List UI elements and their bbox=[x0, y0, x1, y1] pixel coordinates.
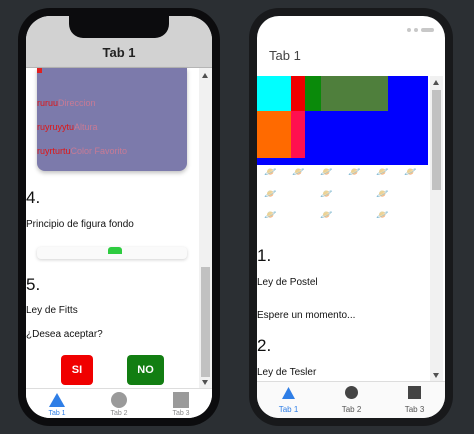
right-phone-frame: Tab 1 🪐 🪐 🪐 🪐 🪐 🪐 🪐 🪐 🪐 🪐 🪐 🪐 1. Ley de … bbox=[249, 8, 453, 426]
right-scrollbar[interactable] bbox=[430, 76, 443, 381]
status-battery bbox=[421, 28, 434, 32]
triangle-icon bbox=[49, 393, 65, 407]
square-icon bbox=[173, 392, 189, 408]
section-number-2: 2. bbox=[257, 336, 272, 355]
left-tab-3[interactable]: Tab 3 bbox=[150, 389, 212, 418]
olive-block bbox=[321, 76, 388, 111]
figure-ground-demo bbox=[37, 247, 187, 259]
saturn-icon: 🪐 bbox=[320, 210, 333, 221]
right-tab-1[interactable]: Tab 1 bbox=[257, 382, 320, 418]
scroll-down-icon[interactable] bbox=[433, 373, 439, 378]
icon-grid: 🪐 🪐 🪐 🪐 🪐 🪐 🪐 🪐 🪐 🪐 🪐 🪐 bbox=[264, 168, 424, 228]
green-shape bbox=[108, 247, 122, 254]
section-number-1: 1. bbox=[257, 246, 272, 265]
card-row-direccion: ruruuDireccion bbox=[37, 98, 96, 108]
section-number-5: 5. bbox=[26, 275, 41, 294]
card-row-altura: ruyruyytuAltura bbox=[37, 122, 98, 132]
circle-icon bbox=[111, 392, 127, 408]
right-tab-2-label: Tab 2 bbox=[341, 405, 362, 414]
left-tab-1[interactable]: Tab 1 bbox=[26, 389, 88, 418]
section-title-figura-fondo: Principio de figura fondo bbox=[26, 219, 134, 230]
scroll-up-icon[interactable] bbox=[433, 80, 439, 85]
saturn-icon: 🪐 bbox=[320, 189, 333, 200]
saturn-icon: 🪐 bbox=[264, 189, 277, 200]
saturn-icon: 🪐 bbox=[348, 167, 361, 178]
right-screen: Tab 1 🪐 🪐 🪐 🪐 🪐 🪐 🪐 🪐 🪐 🪐 🪐 🪐 1. Ley de … bbox=[257, 16, 445, 418]
left-phone-frame: Tab 1 ruruuDireccion ruyruyytuAltura ruy… bbox=[18, 8, 220, 426]
scroll-down-icon[interactable] bbox=[202, 380, 208, 385]
triangle-icon bbox=[282, 387, 295, 399]
right-header-title: Tab 1 bbox=[269, 48, 301, 63]
left-screen: Tab 1 ruruuDireccion ruyruyytuAltura ruy… bbox=[26, 16, 212, 418]
saturn-icon: 🪐 bbox=[404, 167, 417, 178]
left-scrollbar[interactable] bbox=[199, 68, 212, 388]
phone-notch bbox=[69, 16, 169, 38]
accept-question: ¿Desea aceptar? bbox=[26, 329, 103, 340]
color-blocks-figure bbox=[257, 76, 428, 165]
right-tab-3[interactable]: Tab 3 bbox=[383, 382, 445, 418]
left-tab-3-label: Tab 3 bbox=[172, 410, 190, 417]
orange-block bbox=[257, 111, 291, 158]
right-tab-3-label: Tab 3 bbox=[404, 405, 425, 414]
saturn-icon: 🪐 bbox=[264, 167, 277, 178]
yes-button[interactable]: SI bbox=[61, 355, 93, 385]
info-card: ruruuDireccion ruyruyytuAltura ruyrturtu… bbox=[37, 68, 187, 171]
section-title-tesler: Ley de Tesler bbox=[257, 367, 317, 378]
right-tab-bar: Tab 1 Tab 2 Tab 3 bbox=[257, 381, 445, 418]
scroll-up-icon[interactable] bbox=[202, 73, 208, 78]
card-marker bbox=[37, 68, 42, 73]
left-tab-1-label: Tab 1 bbox=[48, 410, 66, 417]
left-tab-2[interactable]: Tab 2 bbox=[88, 389, 150, 418]
left-header-title: Tab 1 bbox=[102, 45, 136, 60]
section-title-fitts: Ley de Fitts bbox=[26, 305, 78, 316]
right-scroll-thumb[interactable] bbox=[432, 90, 441, 190]
left-tab-2-label: Tab 2 bbox=[110, 410, 128, 417]
section-number-4: 4. bbox=[26, 188, 41, 207]
no-button[interactable]: NO bbox=[127, 355, 164, 385]
status-dot bbox=[407, 28, 411, 32]
status-dot bbox=[414, 28, 418, 32]
left-scroll-thumb[interactable] bbox=[201, 267, 210, 377]
right-tab-2[interactable]: Tab 2 bbox=[320, 382, 383, 418]
cyan-block bbox=[257, 76, 291, 111]
circle-icon bbox=[345, 386, 358, 399]
right-header: Tab 1 bbox=[257, 38, 445, 76]
card-row-color: ruyrturtuColor Favorito bbox=[37, 146, 128, 156]
section-title-postel: Ley de Postel bbox=[257, 277, 318, 288]
right-tab-1-label: Tab 1 bbox=[278, 405, 299, 414]
square-icon bbox=[408, 386, 421, 399]
saturn-icon: 🪐 bbox=[376, 210, 389, 221]
left-tab-bar: Tab 1 Tab 2 Tab 3 bbox=[26, 388, 212, 418]
green-block bbox=[305, 76, 321, 111]
saturn-icon: 🪐 bbox=[320, 167, 333, 178]
saturn-icon: 🪐 bbox=[264, 210, 277, 221]
saturn-icon: 🪐 bbox=[376, 189, 389, 200]
loading-message: Espere un momento... bbox=[257, 310, 356, 321]
pink-block bbox=[291, 111, 305, 158]
saturn-icon: 🪐 bbox=[292, 167, 305, 178]
saturn-icon: 🪐 bbox=[376, 167, 389, 178]
red-block bbox=[291, 76, 305, 111]
